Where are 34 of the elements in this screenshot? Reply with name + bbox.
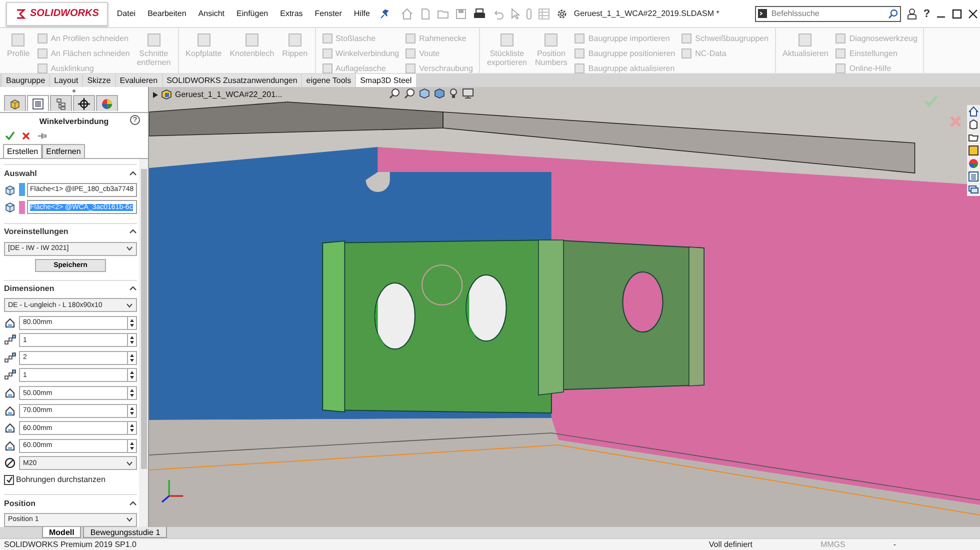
status-text: Voll definiert	[708, 540, 752, 549]
model-tab[interactable]: Modell	[42, 527, 82, 538]
sub-tab[interactable]: Erstellen	[3, 144, 42, 158]
command-tab[interactable]: Baugruppe	[2, 74, 50, 87]
section-title: Position	[4, 498, 36, 508]
menu-item[interactable]: Fenster	[312, 7, 345, 20]
help-button[interactable]: ?	[923, 8, 930, 20]
document-title: Geruest_1_1_WCA#22_2019.SLDASM *	[574, 9, 720, 18]
menu-item[interactable]: Hilfe	[350, 7, 373, 20]
status-text: -	[893, 540, 896, 549]
menu-item[interactable]: Einfügen	[234, 7, 272, 20]
menu-item[interactable]: Extras	[277, 7, 306, 20]
menu-item[interactable]: Datei	[114, 7, 139, 20]
command-tab[interactable]: Smap3D Steel	[356, 74, 416, 87]
command-tab[interactable]: Skizze	[83, 74, 115, 87]
section-title: Voreinstellungen	[4, 227, 68, 236]
menu-item[interactable]: Ansicht	[195, 7, 228, 20]
sub-tab[interactable]: Entfernen	[42, 144, 85, 158]
tree-item[interactable]: Geruest_1_1_WCA#22_201...	[175, 90, 282, 99]
command-tab[interactable]: Evaluieren	[116, 74, 162, 87]
panel-title: Winkelverbindung	[39, 116, 109, 126]
menu-item[interactable]: Bearbeiten	[144, 7, 190, 20]
section-title: Auswahl	[4, 168, 37, 178]
status-text: SOLIDWORKS Premium 2019 SP1.0	[4, 540, 136, 549]
logo-panel[interactable]: SOLIDWORKS	[6, 2, 108, 26]
logo-text: SOLIDWORKS	[30, 8, 99, 19]
command-tab[interactable]: SOLIDWORKS Zusatzanwendungen	[162, 74, 302, 87]
command-tab[interactable]: eigene Tools	[302, 74, 356, 87]
checkbox-label: Bohrungen durchstanzen	[16, 475, 106, 484]
model-tab[interactable]: Bewegungsstudie 1	[83, 527, 168, 538]
section-title: Dimensionen	[4, 284, 54, 294]
command-tab[interactable]: Layout	[50, 74, 82, 87]
search-field[interactable]: Befehlssuche	[755, 6, 902, 22]
checkbox-row[interactable]: Bohrungen durchstanzen	[4, 473, 137, 486]
